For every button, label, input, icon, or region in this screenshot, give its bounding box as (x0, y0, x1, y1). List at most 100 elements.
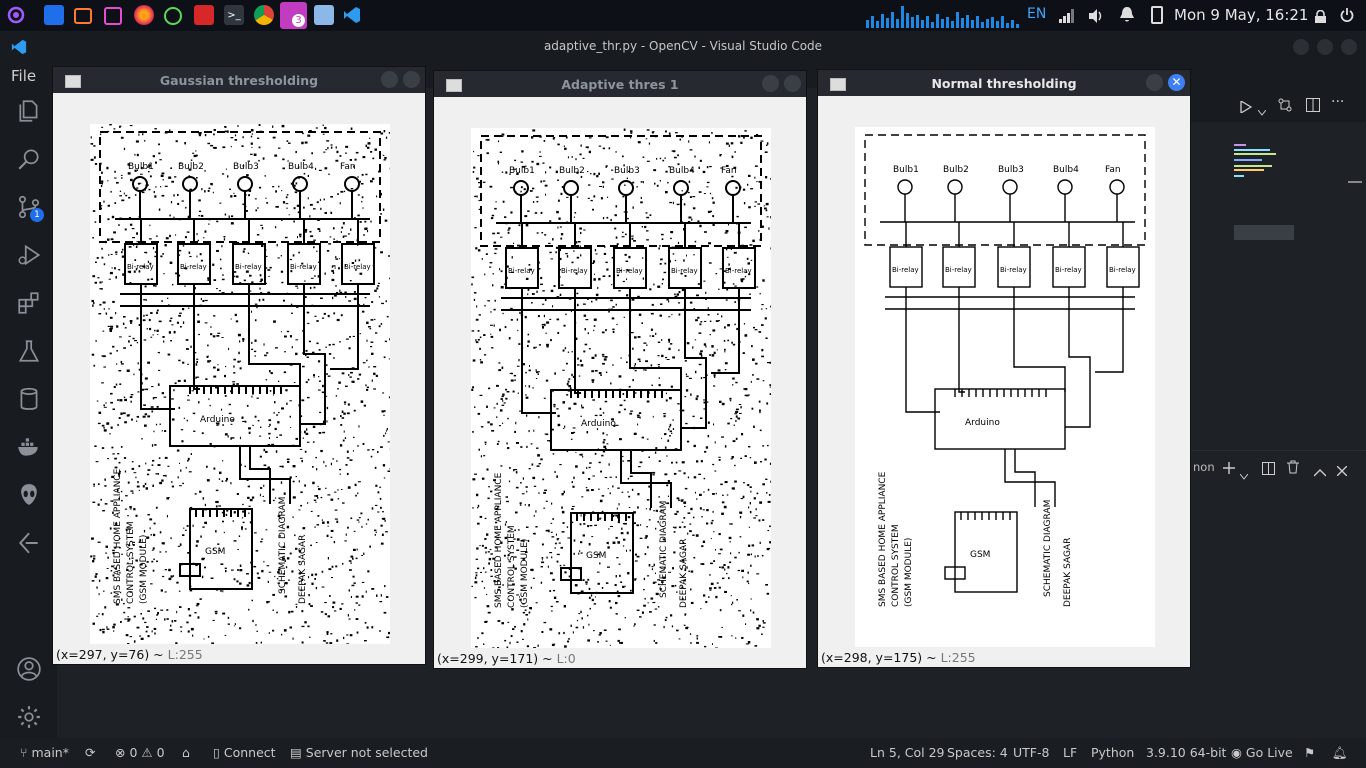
clock[interactable]: Mon 9 May, 16:21 (1174, 6, 1308, 24)
window-title: adaptive_thr.py - OpenCV - Visual Studio… (543, 39, 823, 53)
new-terminal-icon[interactable] (1222, 460, 1236, 474)
opencv-window-adaptive[interactable]: Adaptive thres 1 Bulb1 Bulb2 Bulb3 Bulb4 Fan… (434, 71, 806, 668)
testing-flask-icon[interactable] (16, 338, 42, 364)
svg-text:SCHEMATIC DIAGRAM: SCHEMATIC DIAGRAM (278, 497, 288, 594)
svg-text:Bulb4: Bulb4 (1053, 165, 1079, 175)
folder-icon[interactable] (314, 5, 334, 25)
more-actions-icon[interactable]: ··· (1331, 95, 1345, 111)
vscode-title-bar: adaptive_thr.py - OpenCV - Visual Studio… (0, 31, 1366, 63)
window-titlebar[interactable]: Normal thresholding ✕ (818, 70, 1190, 96)
maximize-button[interactable] (1317, 39, 1333, 55)
alien-icon[interactable] (16, 482, 42, 508)
schematic-sketch: Bulb1 Bulb2 Bulb3 Bulb4 Fan Bi-relay Bi-relay B… (90, 124, 390, 644)
desktop-icon[interactable] (44, 5, 64, 25)
kill-terminal-trash-icon[interactable] (1287, 459, 1299, 474)
terminal-icon[interactable]: >_ (224, 5, 244, 25)
chrome-alt-icon[interactable] (164, 7, 182, 25)
menu-file[interactable]: File (11, 67, 36, 85)
server-selector[interactable]: ▤ Server not selected (290, 745, 428, 760)
cursor-position[interactable]: Ln 5, Col 29 (870, 745, 945, 760)
end-of-line[interactable]: LF (1063, 745, 1077, 760)
window-titlebar[interactable]: Gaussian thresholding (53, 67, 425, 93)
connect-label: Connect (223, 745, 276, 760)
search-icon[interactable] (16, 146, 42, 172)
opencv-window-normal[interactable]: Normal thresholding ✕ Bulb1 Bulb2 Bulb3 Bul… (818, 70, 1190, 667)
connect-button[interactable]: ▯ Connect (213, 745, 276, 760)
power-icon[interactable] (1340, 7, 1354, 22)
text-editor-icon[interactable] (104, 7, 122, 25)
python-interpreter[interactable]: 3.9.10 64-bit (1146, 745, 1226, 760)
thresholded-image[interactable]: Bulb1 Bulb2 Bulb3 Bulb4 Fan Bi-relay Bi-relay B… (855, 127, 1155, 647)
docker-icon[interactable] (16, 434, 42, 460)
window-title: Normal thresholding (931, 76, 1077, 91)
notifications-bell-icon[interactable] (1120, 7, 1134, 23)
explorer-icon[interactable] (16, 98, 42, 124)
account-icon[interactable] (16, 656, 42, 682)
close-panel-icon[interactable] (1336, 461, 1348, 477)
svg-text:Bi-relay: Bi-relay (671, 267, 698, 275)
terminal-options-chevron-icon[interactable] (1239, 465, 1249, 480)
window-titlebar[interactable]: Adaptive thres 1 (434, 71, 806, 97)
run-file-icon[interactable] (1240, 98, 1253, 115)
notifications-icon[interactable]: 🔔︎ (1332, 745, 1348, 761)
minimize-button[interactable] (1293, 39, 1309, 55)
red-app-icon[interactable] (194, 5, 214, 25)
run-options-chevron-icon[interactable] (1257, 101, 1267, 116)
svg-text:Bulb2: Bulb2 (943, 165, 969, 175)
database-icon[interactable] (16, 386, 42, 412)
lock-icon[interactable] (1315, 8, 1326, 23)
extensions-icon[interactable] (16, 290, 42, 316)
svg-text:Bi-relay: Bi-relay (725, 267, 752, 275)
file-manager-icon[interactable] (74, 8, 92, 24)
svg-text:CONTROL SYSTEM: CONTROL SYSTEM (126, 521, 136, 604)
split-terminal-icon[interactable] (1262, 460, 1275, 475)
problems-indicator[interactable]: ⊗ 0 ⚠ 0 (115, 745, 165, 760)
compare-changes-icon[interactable] (1278, 97, 1292, 112)
source-control-icon[interactable]: 1 (16, 194, 44, 222)
maximize-panel-icon[interactable] (1313, 462, 1327, 477)
go-live-button[interactable]: ◉ Go Live (1231, 745, 1293, 760)
window-close-button[interactable] (403, 71, 420, 88)
window-close-button[interactable]: ✕ (1168, 74, 1185, 91)
firefox-icon[interactable] (134, 5, 154, 25)
window-minimize-button[interactable] (1146, 74, 1163, 91)
settings-gear-icon[interactable] (16, 704, 42, 730)
svg-text:Bulb1: Bulb1 (893, 165, 919, 175)
opencv-window-gaussian[interactable]: Gaussian thresholding Bulb1 Bulb2 Bulb3 Bul… (53, 67, 425, 664)
volume-icon[interactable] (1089, 8, 1105, 23)
svg-text:(GSM MODULE): (GSM MODULE) (520, 539, 530, 608)
battery-charging-icon[interactable] (1151, 6, 1163, 24)
split-editor-icon[interactable] (1306, 97, 1320, 112)
active-window-group-icon[interactable]: 3 (280, 2, 307, 29)
svg-text:Bi-relay: Bi-relay (235, 263, 262, 271)
system-top-bar: >_ 3 EN Mon 9 May, 16:21 (0, 0, 1366, 31)
window-minimize-button[interactable] (381, 71, 398, 88)
svg-text:Bi-relay: Bi-relay (180, 263, 207, 271)
app-menu-icon[interactable] (6, 5, 26, 25)
svg-text:Bulb3: Bulb3 (998, 165, 1024, 175)
svg-text:Bulb4: Bulb4 (669, 166, 695, 176)
thresholded-image[interactable]: Bulb1 Bulb2 Bulb3 Bulb4 Fan Bi-relay Bi-relay B… (471, 128, 771, 648)
scm-badge: 1 (30, 208, 44, 222)
close-button[interactable] (1341, 39, 1357, 55)
remote-explorer-icon[interactable] (16, 530, 42, 556)
language-mode[interactable]: Python (1091, 745, 1134, 760)
chrome-icon[interactable] (254, 5, 274, 25)
encoding[interactable]: UTF-8 (1013, 745, 1049, 760)
window-minimize-button[interactable] (762, 75, 779, 92)
pixel-coords: (x=298, y=175) ~ (821, 650, 941, 665)
pixel-status: (x=298, y=175) ~ L:255 (821, 650, 976, 665)
svg-text:SCHEMATIC DIAGRAM: SCHEMATIC DIAGRAM (1043, 500, 1053, 597)
svg-text:SMS BASED HOME APPLIANCE: SMS BASED HOME APPLIANCE (494, 472, 504, 608)
signal-icon[interactable] (1059, 8, 1075, 23)
git-branch[interactable]: ⑂ main* (20, 745, 69, 760)
window-close-button[interactable] (784, 75, 801, 92)
run-debug-icon[interactable] (16, 242, 42, 268)
thresholded-image[interactable]: Bulb1 Bulb2 Bulb3 Bulb4 Fan Bi-relay Bi-relay B… (90, 124, 390, 644)
home-icon[interactable]: ⌂ (182, 745, 190, 760)
vscode-taskbar-icon[interactable] (342, 5, 362, 25)
keyboard-language[interactable]: EN (1027, 6, 1046, 22)
sync-icon[interactable]: ⟳ (85, 745, 95, 760)
indentation[interactable]: Spaces: 4 (947, 745, 1008, 760)
feedback-icon[interactable]: ⚑ (1304, 745, 1315, 760)
